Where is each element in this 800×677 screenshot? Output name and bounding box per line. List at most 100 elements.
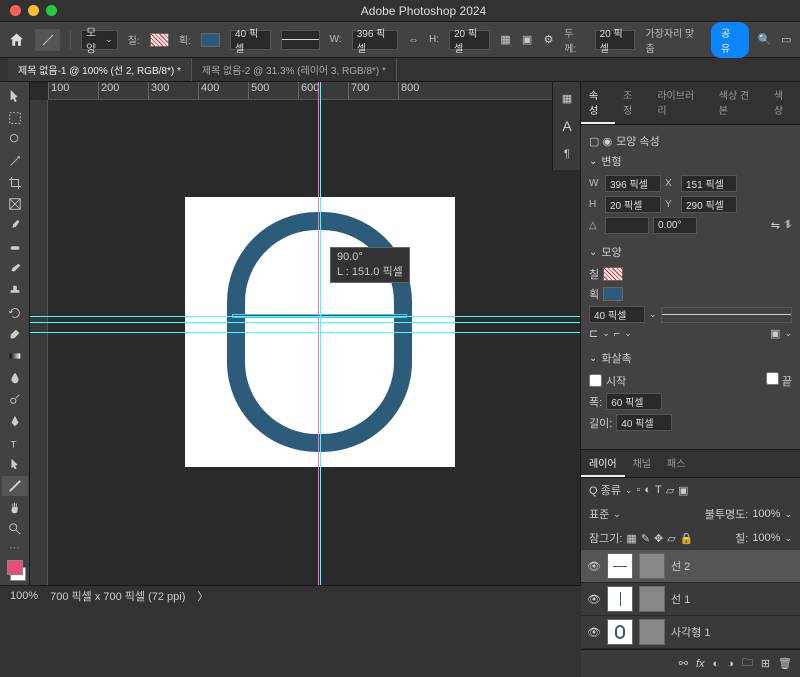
stroke-swatch[interactable] <box>603 287 623 301</box>
layer-item[interactable]: 👁 선 2 <box>581 550 800 583</box>
brush-tool[interactable] <box>2 259 28 279</box>
delete-icon[interactable]: 🗑 <box>778 657 792 670</box>
document-info[interactable]: 700 픽셀 x 700 픽셀 (72 ppi) <box>50 588 185 604</box>
line-tool-icon[interactable] <box>35 29 60 51</box>
wand-tool[interactable] <box>2 151 28 171</box>
new-layer-icon[interactable]: ⊞ <box>761 657 770 670</box>
visibility-icon[interactable]: 👁 <box>587 560 601 573</box>
path-select-tool[interactable] <box>2 454 28 474</box>
mask-thumbnail[interactable] <box>639 586 665 612</box>
visibility-icon[interactable]: 👁 <box>587 626 601 639</box>
layer-item[interactable]: 👁 사각형 1 <box>581 616 800 649</box>
gear-icon[interactable]: ⚙ <box>543 34 554 46</box>
more-tools[interactable]: ⋯ <box>2 541 27 554</box>
group-icon[interactable]: 🗀 <box>742 654 753 673</box>
tab-color[interactable]: 색상 <box>766 82 800 124</box>
foreground-color[interactable] <box>7 560 23 575</box>
frame-tool[interactable] <box>2 194 28 214</box>
mask-icon[interactable]: ◐ <box>713 658 720 670</box>
mask-thumbnail[interactable] <box>639 619 665 645</box>
lock-transparency-icon[interactable]: ▦ <box>626 532 636 545</box>
align-stroke-icon[interactable]: ▣ <box>770 327 780 340</box>
guide-vertical[interactable] <box>320 82 321 585</box>
stroke-style-dropdown[interactable] <box>281 30 320 50</box>
fill-swatch[interactable] <box>150 33 169 47</box>
filter-shape-icon[interactable]: ▱ <box>666 484 674 497</box>
marquee-tool[interactable] <box>2 108 28 128</box>
workspace-icon[interactable]: ▭ <box>781 34 792 46</box>
search-icon[interactable]: 🔍 <box>759 34 771 46</box>
stroke-width-input[interactable]: 40 픽셀 <box>230 30 271 50</box>
opacity-input[interactable]: 100% <box>752 508 780 520</box>
blend-mode[interactable]: 표준 <box>589 506 609 522</box>
lock-artboard-icon[interactable]: ▱ <box>667 532 675 545</box>
thickness-input[interactable]: 20 픽셀 <box>595 30 636 50</box>
blur-tool[interactable] <box>2 368 28 388</box>
appearance-section[interactable]: ⌄ 모양 <box>589 244 792 260</box>
lock-position-icon[interactable]: ✥ <box>654 532 663 545</box>
stroke-width-input[interactable] <box>589 306 645 323</box>
lock-paint-icon[interactable]: ✎ <box>641 532 650 545</box>
layer-thumbnail[interactable] <box>607 619 633 645</box>
width-input[interactable]: 396 픽셀 <box>352 30 398 50</box>
tab-adjustments[interactable]: 조정 <box>615 82 649 124</box>
eyedropper-tool[interactable] <box>2 216 28 236</box>
share-button[interactable]: 공유 <box>711 22 749 58</box>
edge-align-checkbox[interactable]: 가장자리 맞춤 <box>645 25 700 55</box>
home-icon[interactable] <box>8 31 25 49</box>
character-icon[interactable]: A <box>555 114 579 138</box>
arrow-length-input[interactable] <box>616 414 672 431</box>
canvas-area[interactable]: 100200300400500600700800 90.0° L : 151.0… <box>30 82 580 585</box>
stroke-style[interactable] <box>661 307 792 323</box>
end-checkbox[interactable] <box>766 372 779 385</box>
angle-input[interactable] <box>605 217 649 234</box>
pathops-icon[interactable]: ▣ <box>521 34 532 46</box>
join-miter-icon[interactable]: ⌐ <box>614 328 620 340</box>
width-input[interactable] <box>605 175 661 192</box>
maximize-button[interactable] <box>46 5 57 16</box>
document-tab[interactable]: 제목 없음-2 @ 31.3% (레이어 3, RGB/8*) * <box>192 58 397 81</box>
stamp-tool[interactable] <box>2 281 28 301</box>
lasso-tool[interactable] <box>2 129 28 149</box>
ruler-horizontal[interactable]: 100200300400500600700800 <box>48 82 580 100</box>
x-input[interactable] <box>681 175 737 192</box>
heal-tool[interactable] <box>2 238 28 258</box>
link-layers-icon[interactable]: ⚯ <box>679 657 688 670</box>
tab-paths[interactable]: 패스 <box>659 450 693 477</box>
arrowhead-section[interactable]: ⌄ 화살촉 <box>589 350 792 366</box>
start-checkbox[interactable] <box>589 374 602 387</box>
cap-butt-icon[interactable]: ⊏ <box>589 327 598 340</box>
tab-channels[interactable]: 채널 <box>625 450 659 477</box>
transform-section[interactable]: ⌄ 변형 <box>589 153 792 169</box>
close-button[interactable] <box>10 5 21 16</box>
layer-thumbnail[interactable] <box>607 586 633 612</box>
layer-item[interactable]: 👁 선 1 <box>581 583 800 616</box>
tab-properties[interactable]: 속성 <box>581 82 615 124</box>
filter-kind[interactable]: Q 종류 <box>589 482 621 498</box>
color-icon[interactable]: ▦ <box>555 86 579 110</box>
filter-adjust-icon[interactable]: ◐ <box>644 484 651 496</box>
guide-horizontal[interactable] <box>30 322 580 323</box>
flip-v-icon[interactable]: ⥮ <box>784 219 792 232</box>
shape-tool[interactable] <box>2 476 28 496</box>
stroke-swatch[interactable] <box>201 33 220 47</box>
flip-h-icon[interactable]: ⇋ <box>771 219 780 232</box>
pen-tool[interactable] <box>2 411 28 431</box>
tab-swatches[interactable]: 색상 견본 <box>711 82 766 124</box>
zoom-tool[interactable] <box>2 519 28 539</box>
filter-pixel-icon[interactable]: ▫ <box>636 484 640 496</box>
guide-horizontal[interactable] <box>30 316 580 317</box>
shape-mode-dropdown[interactable]: 모양 ⌄ <box>81 30 118 50</box>
guide-vertical-pink[interactable] <box>318 82 319 585</box>
gradient-tool[interactable] <box>2 346 28 366</box>
document-tab[interactable]: 제목 없음-1 @ 100% (선 2, RGB/8*) * <box>8 58 192 81</box>
adjustment-icon[interactable]: ◑ <box>727 658 734 670</box>
fill-swatch[interactable] <box>603 267 623 281</box>
link-icon[interactable]: ⇔ <box>408 34 419 46</box>
mask-thumbnail[interactable] <box>639 553 665 579</box>
hand-tool[interactable] <box>2 498 28 518</box>
tab-libraries[interactable]: 라이브러리 <box>649 82 710 124</box>
ruler-vertical[interactable] <box>30 100 48 585</box>
angle-input[interactable]: 0.00° <box>653 217 697 234</box>
tab-layers[interactable]: 레이어 <box>581 450 625 477</box>
